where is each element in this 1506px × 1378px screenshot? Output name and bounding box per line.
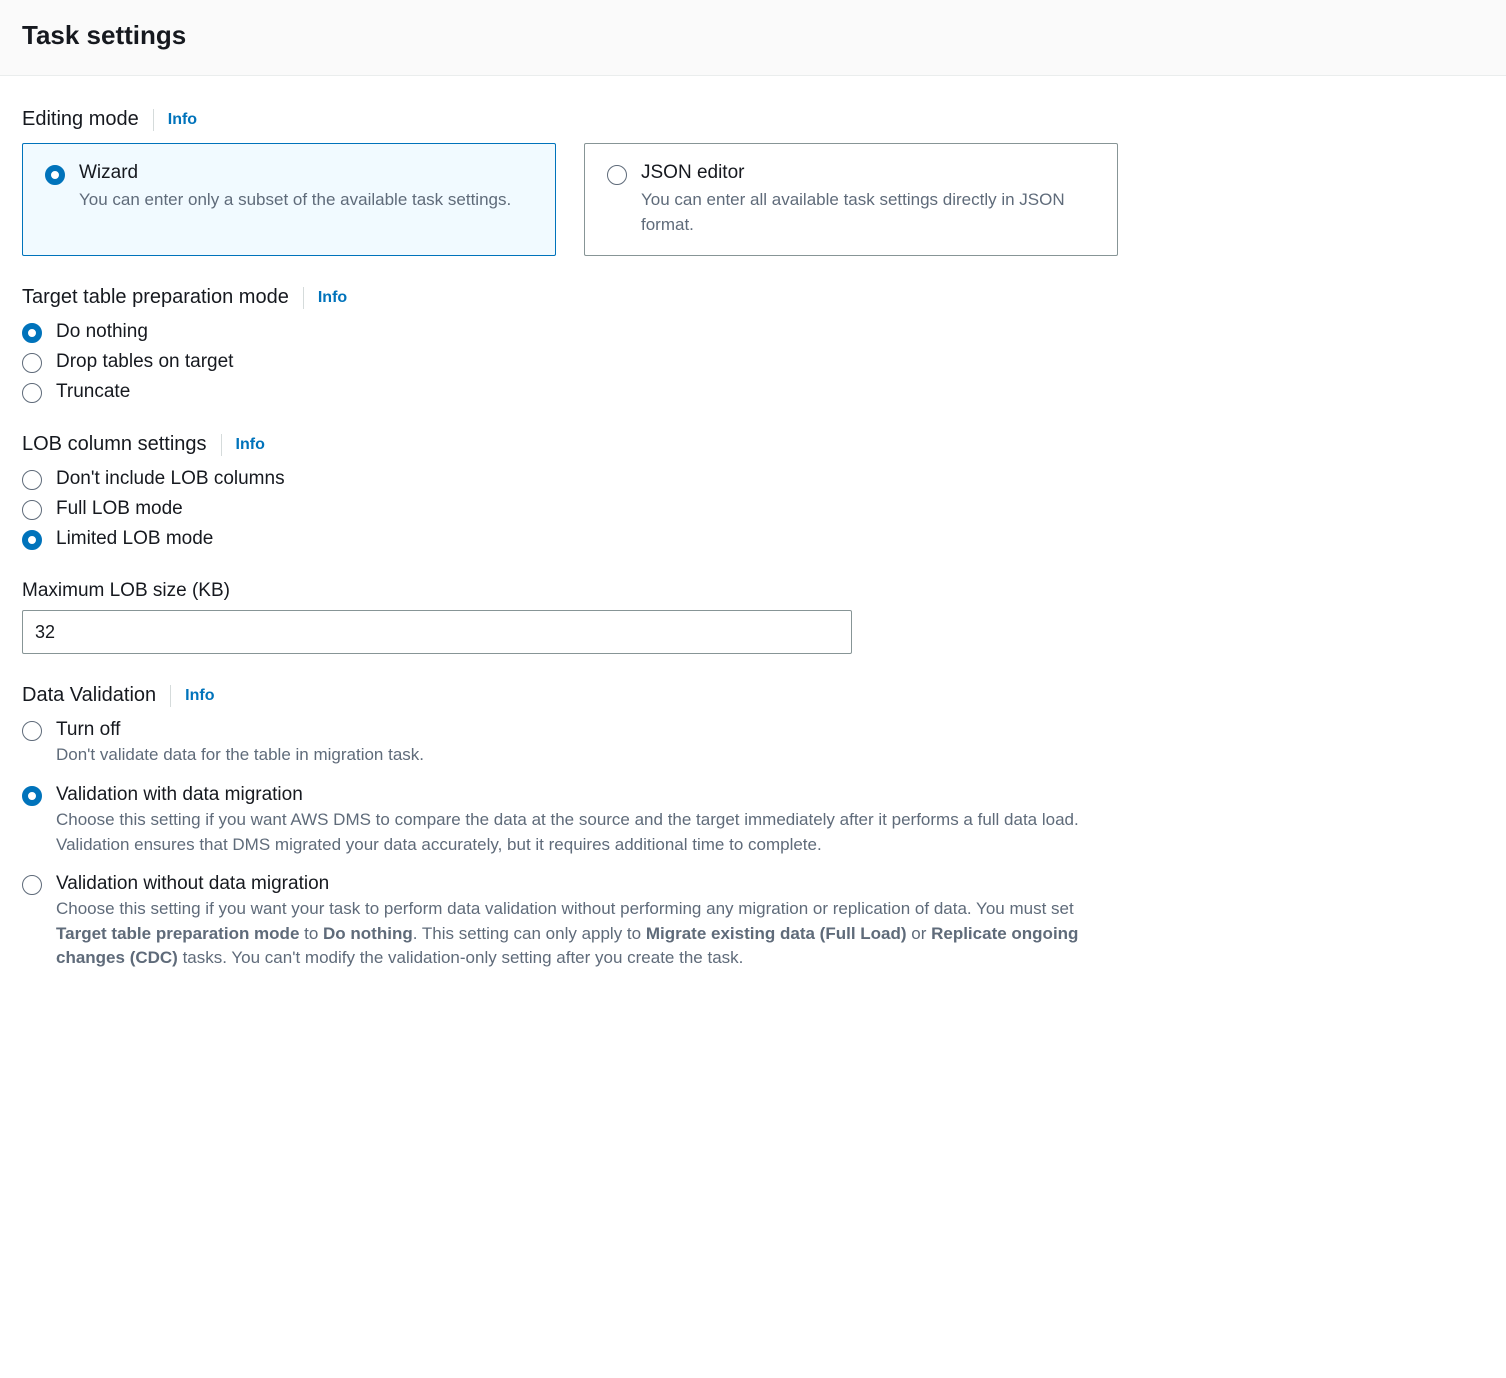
validation-options: Turn off Don't validate data for the tab… [22,719,1118,971]
target-prep-do-nothing[interactable]: Do nothing [22,321,1118,343]
section-title: LOB column settings [22,433,207,456]
section-target-prep: Target table preparation mode Info Do no… [22,286,1118,403]
lob-limited-mode[interactable]: Limited LOB mode [22,528,1118,550]
lob-options: Don't include LOB columns Full LOB mode … [22,468,1118,550]
radio-label: Truncate [56,381,130,403]
section-title: Data Validation [22,684,156,707]
field-label: Maximum LOB size (KB) [22,580,1118,602]
section-editing-mode: Editing mode Info Wizard You can enter o… [22,108,1118,256]
radio-desc: Choose this setting if you want your tas… [56,897,1118,971]
radio-desc: Choose this setting if you want AWS DMS … [56,808,1118,857]
validation-turn-off[interactable]: Turn off Don't validate data for the tab… [22,719,1118,768]
validation-with-migration[interactable]: Validation with data migration Choose th… [22,784,1118,857]
radio-text: Validation without data migration Choose… [56,873,1118,971]
radio-label: Drop tables on target [56,351,233,373]
max-lob-size-input[interactable] [22,610,852,654]
radio-label: Don't include LOB columns [56,468,285,490]
panel-header: Task settings [0,0,1506,76]
section-max-lob: Maximum LOB size (KB) [22,580,1118,654]
lob-dont-include[interactable]: Don't include LOB columns [22,468,1118,490]
section-validation: Data Validation Info Turn off Don't vali… [22,684,1118,971]
radio-label: Validation with data migration [56,784,1118,806]
tile-body: JSON editor You can enter all available … [641,162,1095,237]
target-prep-drop-tables[interactable]: Drop tables on target [22,351,1118,373]
editing-mode-options: Wizard You can enter only a subset of th… [22,143,1118,256]
tile-title: JSON editor [641,162,1095,184]
editing-mode-wizard-tile[interactable]: Wizard You can enter only a subset of th… [22,143,556,256]
info-link[interactable]: Info [318,289,347,307]
section-title: Target table preparation mode [22,286,289,309]
section-head: Data Validation Info [22,684,1118,707]
radio-icon [607,165,627,185]
divider [170,685,171,707]
radio-icon [22,530,42,550]
radio-desc: Don't validate data for the table in mig… [56,743,1118,768]
radio-icon [22,323,42,343]
section-head: Target table preparation mode Info [22,286,1118,309]
target-prep-truncate[interactable]: Truncate [22,381,1118,403]
content-area: Editing mode Info Wizard You can enter o… [0,76,1140,1041]
tile-body: Wizard You can enter only a subset of th… [79,162,533,213]
radio-label: Limited LOB mode [56,528,213,550]
validation-without-migration[interactable]: Validation without data migration Choose… [22,873,1118,971]
panel-title: Task settings [22,20,1484,51]
radio-label: Validation without data migration [56,873,1118,895]
radio-label: Do nothing [56,321,148,343]
info-link[interactable]: Info [168,111,197,129]
editing-mode-json-tile[interactable]: JSON editor You can enter all available … [584,143,1118,256]
radio-label: Full LOB mode [56,498,183,520]
radio-icon [22,721,42,741]
radio-text: Turn off Don't validate data for the tab… [56,719,1118,768]
divider [221,434,222,456]
divider [153,109,154,131]
radio-icon [22,383,42,403]
info-link[interactable]: Info [185,687,214,705]
radio-icon [22,353,42,373]
info-link[interactable]: Info [236,436,265,454]
radio-icon [22,500,42,520]
section-title: Editing mode [22,108,139,131]
radio-text: Validation with data migration Choose th… [56,784,1118,857]
divider [303,287,304,309]
target-prep-options: Do nothing Drop tables on target Truncat… [22,321,1118,403]
section-head: LOB column settings Info [22,433,1118,456]
tile-title: Wizard [79,162,533,184]
radio-icon [22,875,42,895]
tile-desc: You can enter only a subset of the avail… [79,188,533,213]
section-lob: LOB column settings Info Don't include L… [22,433,1118,550]
radio-icon [45,165,65,185]
radio-icon [22,470,42,490]
radio-icon [22,786,42,806]
section-head: Editing mode Info [22,108,1118,131]
radio-label: Turn off [56,719,1118,741]
lob-full-mode[interactable]: Full LOB mode [22,498,1118,520]
tile-desc: You can enter all available task setting… [641,188,1095,237]
